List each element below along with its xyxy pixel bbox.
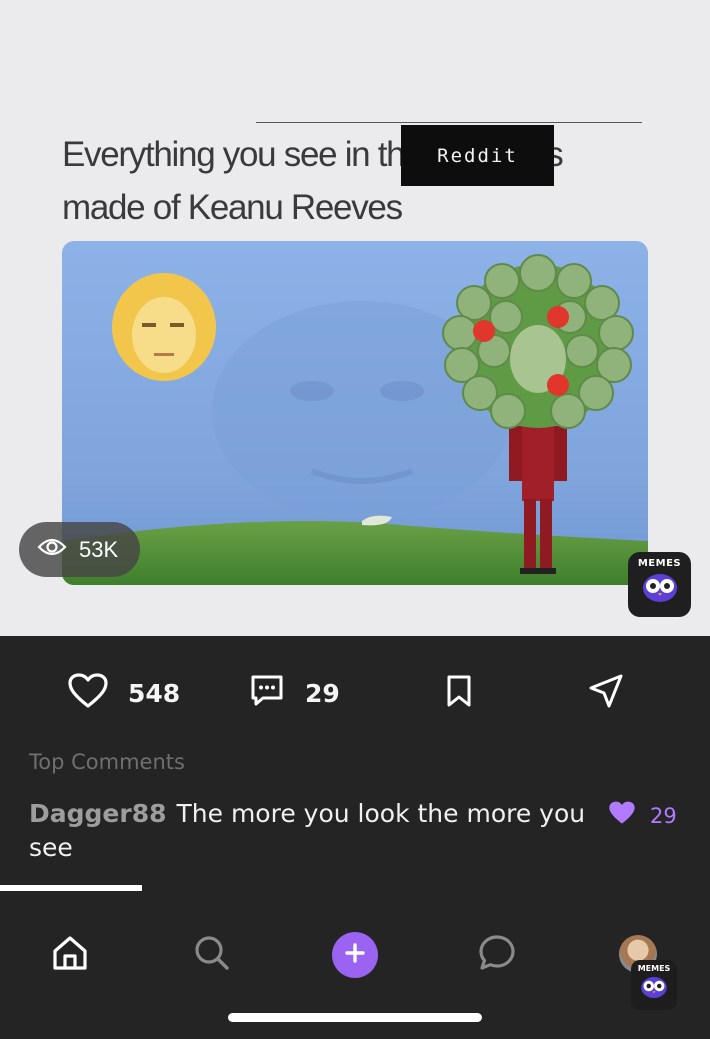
search-icon — [193, 934, 231, 977]
post-image[interactable]: Everything you see in this picture is ma… — [0, 0, 710, 636]
mini-badge-label: MEMES — [637, 964, 671, 973]
memes-app-mini-badge: MEMES — [631, 960, 677, 1010]
tab-messages[interactable] — [467, 925, 527, 985]
memes-app-badge: MEMES — [628, 552, 691, 617]
home-icon — [51, 934, 89, 977]
comment-icon — [249, 673, 285, 714]
owl-icon — [640, 569, 680, 608]
view-count-badge: 53K — [19, 522, 140, 577]
heart-icon — [68, 672, 108, 714]
eye-icon — [37, 537, 67, 562]
memes-badge-label: MEMES — [637, 558, 682, 569]
comment-count: 29 — [305, 678, 340, 708]
home-indicator[interactable] — [228, 1013, 482, 1022]
comment-item[interactable]: Dagger88 The more you look the more you s… — [29, 797, 589, 865]
meme-scene-image — [62, 241, 648, 585]
share-button[interactable] — [588, 660, 624, 726]
view-count: 53K — [79, 536, 119, 562]
plus-icon — [344, 942, 366, 969]
comment-username[interactable]: Dagger88 — [29, 799, 167, 828]
like-button[interactable]: 548 — [68, 660, 180, 726]
owl-icon — [639, 973, 669, 1004]
scroll-progress — [0, 885, 142, 891]
chat-icon — [477, 933, 517, 978]
create-post-button[interactable] — [332, 932, 378, 978]
bookmark-icon — [446, 674, 472, 713]
like-count: 548 — [128, 678, 181, 708]
tab-search[interactable] — [182, 925, 242, 985]
bookmark-button[interactable] — [446, 660, 472, 726]
comment-like-count: 29 — [650, 803, 677, 828]
divider — [256, 122, 642, 123]
share-icon — [588, 673, 624, 714]
comment-button[interactable]: 29 — [249, 660, 340, 726]
reddit-watermark: Reddit — [401, 125, 554, 186]
tab-home[interactable] — [40, 925, 100, 985]
tab-create[interactable] — [325, 925, 385, 985]
post-actions: 548 29 — [0, 660, 710, 726]
heart-icon — [608, 801, 636, 830]
comment-like-button[interactable]: 29 — [608, 801, 677, 830]
top-comments-heading: Top Comments — [29, 750, 185, 774]
